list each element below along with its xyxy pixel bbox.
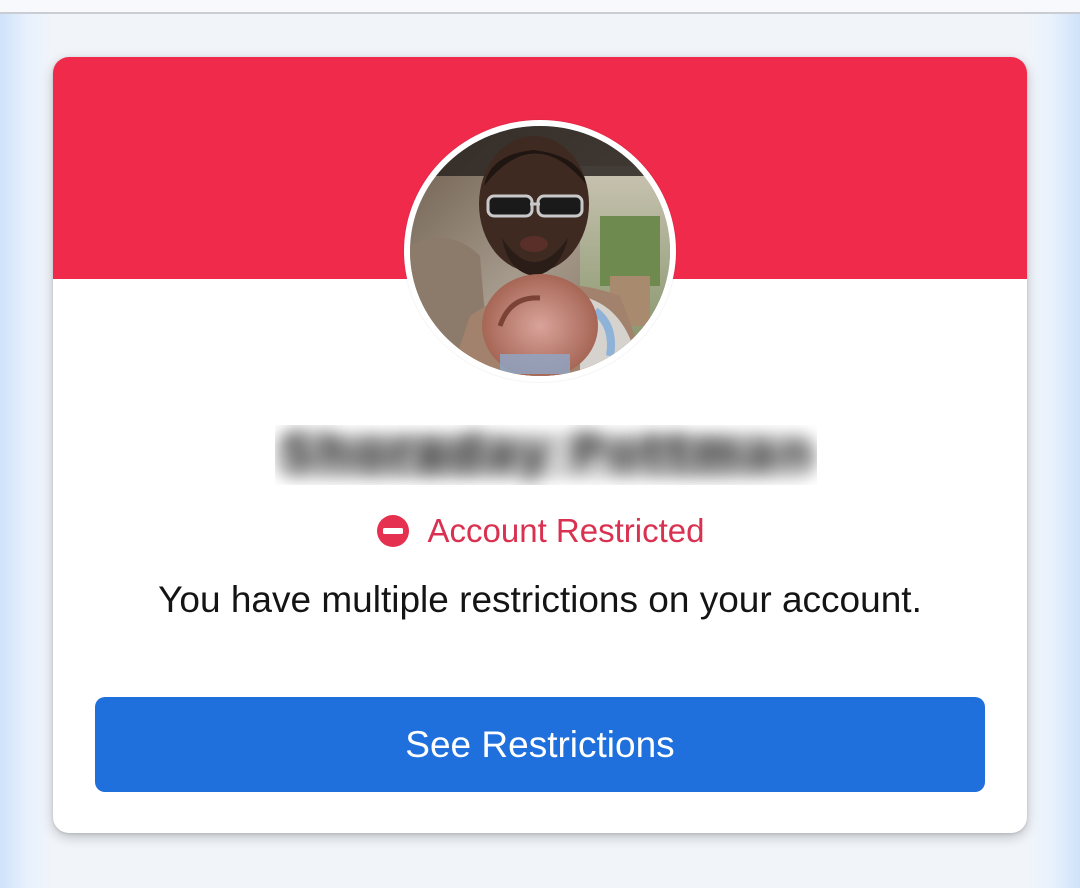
restriction-message: You have multiple restrictions on your a…	[158, 579, 922, 620]
restricted-icon	[376, 515, 409, 547]
profile-name-text: Shoraday Pottman	[281, 425, 815, 481]
profile-photo-image	[410, 126, 670, 376]
account-status: Account Restricted	[53, 509, 1027, 553]
account-status-card: Shoraday Pottman Account Restricted You …	[53, 57, 1027, 833]
profile-photo	[410, 126, 670, 376]
see-restrictions-button[interactable]: See Restrictions	[95, 697, 985, 792]
top-divider	[0, 0, 1080, 14]
account-status-label: Account Restricted	[427, 512, 705, 549]
avatar[interactable]	[404, 120, 676, 382]
profile-name: Shoraday Pottman	[275, 425, 817, 485]
see-restrictions-label: See Restrictions	[405, 723, 675, 765]
